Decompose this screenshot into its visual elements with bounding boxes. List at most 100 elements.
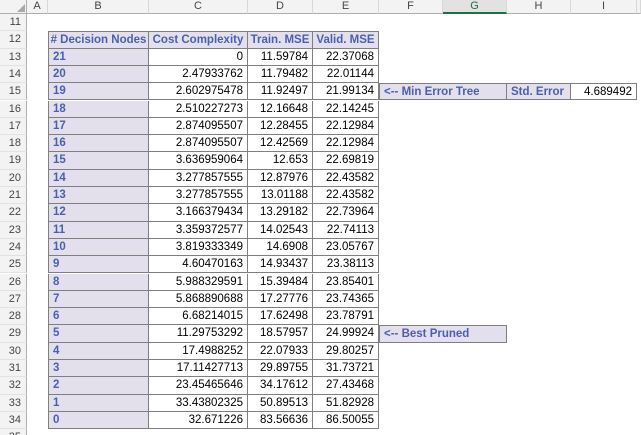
table-cell[interactable]: 15 bbox=[48, 152, 149, 170]
row-header-15[interactable]: 15 bbox=[0, 83, 27, 101]
table-cell[interactable]: 3.819333349 bbox=[149, 238, 248, 257]
table-cell[interactable]: 22.07933 bbox=[248, 342, 313, 360]
table-cell[interactable]: 22.73964 bbox=[313, 204, 379, 222]
column-header-h[interactable]: H bbox=[507, 0, 571, 14]
table-cell[interactable]: 6.68214015 bbox=[149, 308, 248, 326]
table-cell[interactable]: 0 bbox=[48, 411, 149, 430]
table-cell[interactable]: 3.277857555 bbox=[149, 169, 248, 187]
table-cell[interactable]: 23.45465646 bbox=[149, 377, 248, 395]
table-cell[interactable]: 3.636959064 bbox=[149, 152, 248, 170]
table-cell[interactable]: 17.4988252 bbox=[149, 342, 248, 360]
table-cell[interactable]: 16 bbox=[48, 135, 149, 153]
row-header-17[interactable]: 17 bbox=[0, 117, 27, 136]
row-header-29[interactable]: 29 bbox=[0, 325, 27, 343]
table-cell[interactable]: 14 bbox=[48, 169, 149, 187]
column-header-e[interactable]: E bbox=[313, 0, 379, 14]
row-header-33[interactable]: 33 bbox=[0, 394, 27, 412]
row-header-27[interactable]: 27 bbox=[0, 290, 27, 309]
table-cell[interactable]: 22.74113 bbox=[313, 221, 379, 239]
table-cell[interactable]: 2.874095507 bbox=[149, 135, 248, 153]
table-cell[interactable]: 15.39484 bbox=[248, 273, 313, 291]
table-cell[interactable]: 2.602975478 bbox=[149, 83, 248, 101]
table-cell[interactable]: 11.29753292 bbox=[149, 325, 248, 343]
table-cell[interactable]: 2.47933762 bbox=[149, 65, 248, 84]
table-cell[interactable]: 6 bbox=[48, 308, 149, 326]
select-all-corner[interactable] bbox=[0, 0, 27, 14]
row-header-19[interactable]: 19 bbox=[0, 152, 27, 170]
row-header-26[interactable]: 26 bbox=[0, 273, 27, 291]
table-cell[interactable]: 5.868890688 bbox=[149, 290, 248, 309]
row-header-23[interactable]: 23 bbox=[0, 221, 27, 239]
column-header-g[interactable]: G bbox=[443, 0, 507, 14]
row-header-28[interactable]: 28 bbox=[0, 308, 27, 326]
row-header-35[interactable]: 35 bbox=[0, 429, 27, 435]
table-cell[interactable]: 11.92497 bbox=[248, 83, 313, 101]
table-cell[interactable]: 0 bbox=[149, 48, 248, 66]
column-header-b[interactable]: B bbox=[48, 0, 149, 14]
table-cell[interactable]: 17.27776 bbox=[248, 290, 313, 309]
row-header-20[interactable]: 20 bbox=[0, 169, 27, 187]
column-header-partial[interactable] bbox=[637, 0, 641, 14]
table-cell[interactable]: 23.05767 bbox=[313, 238, 379, 257]
table-cell[interactable]: 22.01144 bbox=[313, 65, 379, 84]
table-cell[interactable]: 11.59784 bbox=[248, 48, 313, 66]
table-cell[interactable]: 21 bbox=[48, 48, 149, 66]
table-cell[interactable]: 11 bbox=[48, 221, 149, 239]
row-header-31[interactable]: 31 bbox=[0, 360, 27, 378]
table-cell[interactable]: 12.28455 bbox=[248, 117, 313, 136]
std-error-value[interactable]: 4.689492 bbox=[571, 83, 637, 101]
row-header-12[interactable]: 12 bbox=[0, 31, 27, 49]
table-header-cell[interactable]: Cost Complexity bbox=[149, 31, 248, 49]
table-cell[interactable]: 14.6908 bbox=[248, 238, 313, 257]
table-cell[interactable]: 2 bbox=[48, 377, 149, 395]
table-cell[interactable]: 50.89513 bbox=[248, 394, 313, 412]
table-cell[interactable]: 11.79482 bbox=[248, 65, 313, 84]
table-cell[interactable]: 27.43468 bbox=[313, 377, 379, 395]
table-cell[interactable]: 29.89755 bbox=[248, 360, 313, 378]
table-cell[interactable]: 9 bbox=[48, 256, 149, 274]
min-error-tree-label[interactable]: <-- Min Error Tree bbox=[379, 83, 507, 101]
table-cell[interactable]: 21.99134 bbox=[313, 83, 379, 101]
table-cell[interactable]: 13.01188 bbox=[248, 187, 313, 205]
table-cell[interactable]: 22.14245 bbox=[313, 100, 379, 118]
table-cell[interactable]: 24.99924 bbox=[313, 325, 379, 343]
table-cell[interactable]: 23.38113 bbox=[313, 256, 379, 274]
table-cell[interactable]: 14.02543 bbox=[248, 221, 313, 239]
table-cell[interactable]: 31.73721 bbox=[313, 360, 379, 378]
table-cell[interactable]: 17 bbox=[48, 117, 149, 136]
table-cell[interactable]: 33.43802325 bbox=[149, 394, 248, 412]
row-header-24[interactable]: 24 bbox=[0, 238, 27, 257]
column-header-f[interactable]: F bbox=[379, 0, 443, 14]
table-cell[interactable]: 83.56636 bbox=[248, 411, 313, 430]
table-cell[interactable]: 7 bbox=[48, 290, 149, 309]
table-cell[interactable]: 22.69819 bbox=[313, 152, 379, 170]
row-header-21[interactable]: 21 bbox=[0, 187, 27, 205]
row-header-13[interactable]: 13 bbox=[0, 48, 27, 66]
table-cell[interactable]: 1 bbox=[48, 394, 149, 412]
table-cell[interactable]: 8 bbox=[48, 273, 149, 291]
table-cell[interactable]: 3.166379434 bbox=[149, 204, 248, 222]
table-cell[interactable]: 12 bbox=[48, 204, 149, 222]
column-header-c[interactable]: C bbox=[149, 0, 248, 14]
table-cell[interactable]: 22.12984 bbox=[313, 117, 379, 136]
row-header-16[interactable]: 16 bbox=[0, 100, 27, 118]
table-cell[interactable]: 32.671226 bbox=[149, 411, 248, 430]
table-header-cell[interactable]: Valid. MSE bbox=[313, 31, 379, 49]
column-header-a[interactable]: A bbox=[27, 0, 48, 14]
table-cell[interactable]: 12.653 bbox=[248, 152, 313, 170]
table-cell[interactable]: 14.93437 bbox=[248, 256, 313, 274]
column-header-i[interactable]: I bbox=[571, 0, 637, 14]
table-cell[interactable]: 4.60470163 bbox=[149, 256, 248, 274]
table-cell[interactable]: 3 bbox=[48, 360, 149, 378]
table-cell[interactable]: 19 bbox=[48, 83, 149, 101]
row-header-22[interactable]: 22 bbox=[0, 204, 27, 222]
table-cell[interactable]: 12.87976 bbox=[248, 169, 313, 187]
table-cell[interactable]: 5.988329591 bbox=[149, 273, 248, 291]
row-header-32[interactable]: 32 bbox=[0, 377, 27, 395]
table-cell[interactable]: 3.277857555 bbox=[149, 187, 248, 205]
table-cell[interactable]: 12.42569 bbox=[248, 135, 313, 153]
table-cell[interactable]: 13.29182 bbox=[248, 204, 313, 222]
table-cell[interactable]: 10 bbox=[48, 238, 149, 257]
table-cell[interactable]: 23.74365 bbox=[313, 290, 379, 309]
table-cell[interactable]: 23.85401 bbox=[313, 273, 379, 291]
